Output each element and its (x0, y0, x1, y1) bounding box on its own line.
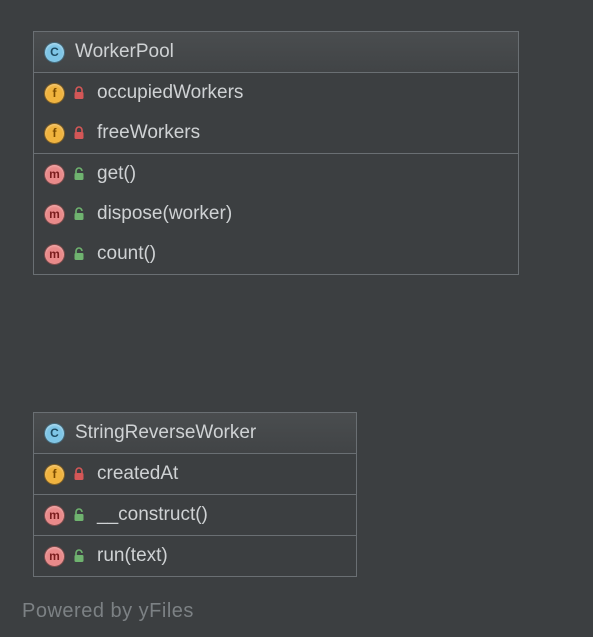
footer-text: Powered by yFiles (22, 600, 194, 623)
field-row[interactable]: f createdAt (34, 454, 356, 494)
field-icon: f (44, 123, 65, 144)
class-header[interactable]: C StringReverseWorker (34, 413, 356, 453)
method-icon: m (44, 244, 65, 265)
methods-section: m get() m dispose(worker) m count() (34, 154, 518, 274)
field-row[interactable]: f freeWorkers (34, 113, 518, 153)
fields-section: f occupiedWorkers f freeWorkers (34, 73, 518, 154)
method-icon: m (44, 164, 65, 185)
lock-public-icon (71, 508, 87, 522)
method-name: dispose(worker) (97, 203, 232, 225)
lock-public-icon (71, 167, 87, 181)
field-icon: f (44, 83, 65, 104)
method-name: get() (97, 163, 136, 185)
class-stringreverseworker: C StringReverseWorker f createdAt m __co… (33, 412, 357, 577)
method-name: run(text) (97, 545, 168, 567)
method-icon: m (44, 505, 65, 526)
field-icon: f (44, 464, 65, 485)
method-row-section: m __construct() (34, 495, 356, 536)
lock-private-icon (71, 126, 87, 140)
class-header-section: C WorkerPool (34, 32, 518, 73)
lock-private-icon (71, 467, 87, 481)
lock-public-icon (71, 247, 87, 261)
class-name: StringReverseWorker (75, 422, 256, 444)
method-icon: m (44, 546, 65, 567)
method-row-section: m run(text) (34, 536, 356, 576)
lock-private-icon (71, 86, 87, 100)
class-name: WorkerPool (75, 41, 174, 63)
field-row[interactable]: f occupiedWorkers (34, 73, 518, 113)
field-name: occupiedWorkers (97, 82, 243, 104)
field-name: freeWorkers (97, 122, 200, 144)
class-workerpool: C WorkerPool f occupiedWorkers f freeWor… (33, 31, 519, 275)
class-icon: C (44, 423, 65, 444)
lock-public-icon (71, 207, 87, 221)
field-name: createdAt (97, 463, 178, 485)
method-row[interactable]: m dispose(worker) (34, 194, 518, 234)
method-name: count() (97, 243, 156, 265)
method-row[interactable]: m get() (34, 154, 518, 194)
class-header-section: C StringReverseWorker (34, 413, 356, 454)
fields-section: f createdAt (34, 454, 356, 495)
class-icon: C (44, 42, 65, 63)
lock-public-icon (71, 549, 87, 563)
class-header[interactable]: C WorkerPool (34, 32, 518, 72)
method-row[interactable]: m run(text) (34, 536, 356, 576)
method-row[interactable]: m __construct() (34, 495, 356, 535)
method-name: __construct() (97, 504, 208, 526)
method-icon: m (44, 204, 65, 225)
method-row[interactable]: m count() (34, 234, 518, 274)
